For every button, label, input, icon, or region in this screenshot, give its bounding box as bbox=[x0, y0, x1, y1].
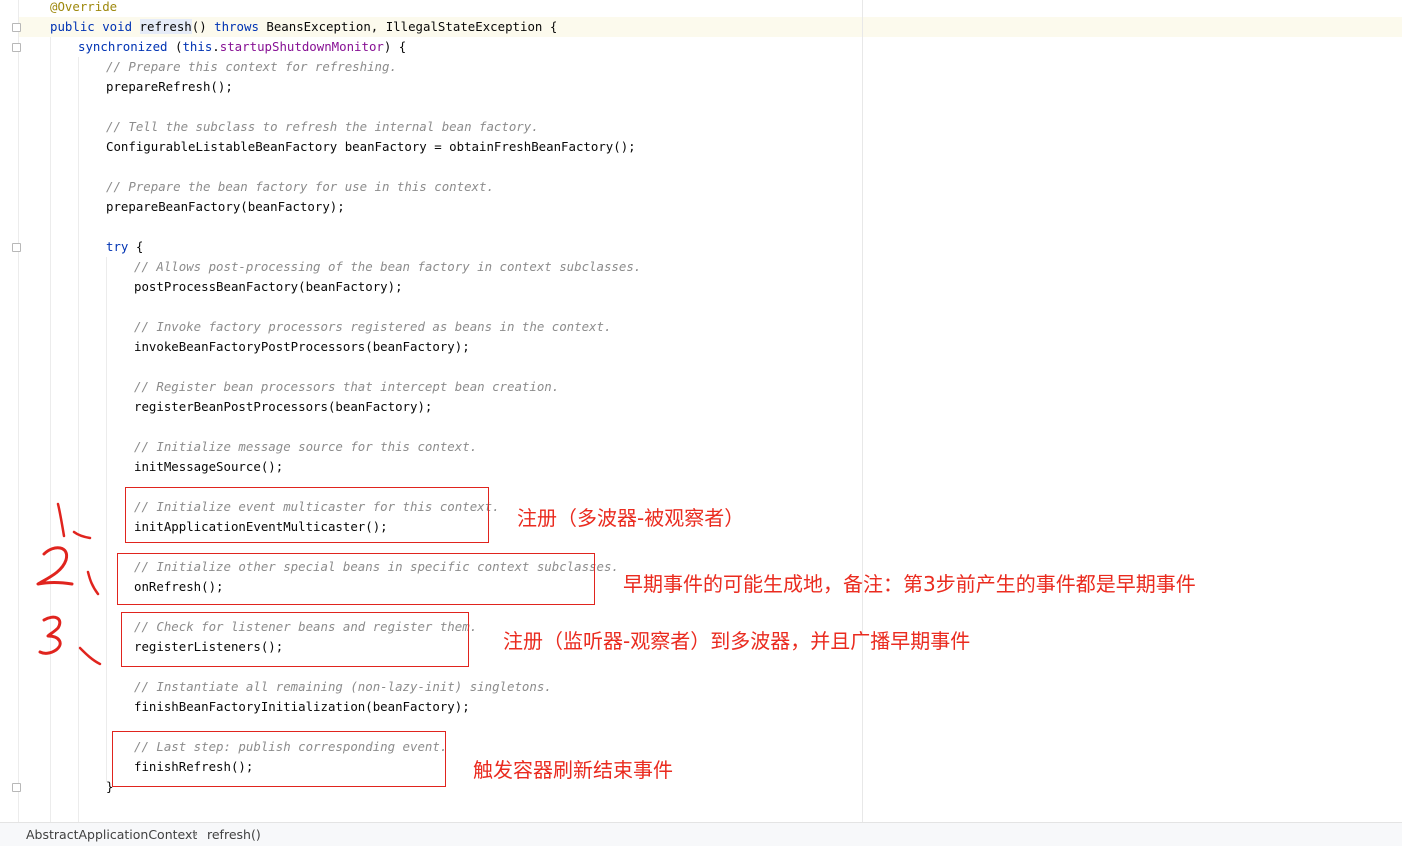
fold-icon[interactable] bbox=[12, 243, 21, 252]
breadcrumb-method[interactable]: refresh() bbox=[207, 823, 261, 846]
code-token: { bbox=[135, 239, 144, 254]
code-token: finishBeanFactoryInitialization(beanFact… bbox=[134, 699, 470, 714]
note-refresh-finished: 触发容器刷新结束事件 bbox=[473, 758, 673, 782]
highlight-box-register-listeners bbox=[121, 612, 469, 667]
code-token: invokeBeanFactoryPostProcessors(beanFact… bbox=[134, 339, 470, 354]
code-token: // Initialize message source for this co… bbox=[134, 439, 478, 454]
code-editor[interactable]: @Override public void refresh() throws Be… bbox=[0, 0, 1402, 822]
fold-icon[interactable] bbox=[12, 43, 21, 52]
code-line[interactable]: registerBeanPostProcessors(beanFactory); bbox=[134, 397, 432, 417]
highlight-box-on-refresh bbox=[117, 553, 595, 605]
code-token: refresh bbox=[139, 19, 192, 34]
code-line[interactable]: postProcessBeanFactory(beanFactory); bbox=[134, 277, 403, 297]
code-token: BeansException, IllegalStateException { bbox=[266, 19, 558, 34]
note-register-listeners: 注册（监听器-观察者）到多波器，并且广播早期事件 bbox=[503, 629, 971, 653]
code-token: // Tell the subclass to refresh the inte… bbox=[106, 119, 539, 134]
fold-icon[interactable] bbox=[12, 783, 21, 792]
code-line[interactable]: invokeBeanFactoryPostProcessors(beanFact… bbox=[134, 337, 470, 357]
code-token: ConfigurableListableBeanFactory beanFact… bbox=[106, 139, 636, 154]
code-token: this bbox=[182, 39, 213, 54]
code-line[interactable]: finishBeanFactoryInitialization(beanFact… bbox=[134, 697, 470, 717]
code-token: // Invoke factory processors registered … bbox=[134, 319, 612, 334]
code-token: public void bbox=[50, 19, 140, 34]
code-token: ) { bbox=[383, 39, 407, 54]
code-token: @Override bbox=[50, 0, 118, 14]
highlight-box-init-multicaster bbox=[125, 487, 489, 543]
code-token: startupShutdownMonitor bbox=[219, 39, 384, 54]
step-2-mark: 2. bbox=[36, 546, 100, 596]
note-multicaster: 注册（多波器-被观察者） bbox=[517, 506, 745, 530]
code-token: synchronized bbox=[78, 39, 175, 54]
highlight-box-finish-refresh bbox=[112, 731, 446, 787]
indent-guide bbox=[78, 57, 79, 822]
code-token: prepareRefresh(); bbox=[106, 79, 233, 94]
indent-guide bbox=[50, 37, 51, 822]
breadcrumb-class[interactable]: AbstractApplicationContext bbox=[26, 823, 197, 846]
code-line[interactable]: // Tell the subclass to refresh the inte… bbox=[106, 117, 539, 137]
code-line[interactable]: prepareRefresh(); bbox=[106, 77, 233, 97]
code-line[interactable]: // Prepare this context for refreshing. bbox=[106, 57, 397, 77]
code-line[interactable]: // Prepare the bean factory for use in t… bbox=[106, 177, 494, 197]
editor-gutter[interactable] bbox=[0, 0, 21, 822]
code-line[interactable]: // Register bean processors that interce… bbox=[134, 377, 559, 397]
code-token: // Prepare the bean factory for use in t… bbox=[106, 179, 494, 194]
code-token: throws bbox=[214, 19, 267, 34]
code-token: try bbox=[106, 239, 136, 254]
code-line[interactable]: ConfigurableListableBeanFactory beanFact… bbox=[106, 137, 636, 157]
code-line[interactable]: // Allows post-processing of the bean fa… bbox=[134, 257, 641, 277]
code-token: () bbox=[191, 19, 215, 34]
code-line[interactable]: try { bbox=[106, 237, 143, 257]
code-line[interactable]: // Invoke factory processors registered … bbox=[134, 317, 611, 337]
handwritten-step-numbers: 1. 2. 3. bbox=[36, 502, 102, 666]
code-token: initMessageSource(); bbox=[134, 459, 284, 474]
code-line[interactable]: prepareBeanFactory(beanFactory); bbox=[106, 197, 345, 217]
code-token: // Allows post-processing of the bean fa… bbox=[134, 259, 642, 274]
breadcrumb-bar: AbstractApplicationContext › refresh() bbox=[0, 822, 1402, 846]
code-token: postProcessBeanFactory(beanFactory); bbox=[134, 279, 403, 294]
right-margin-guide bbox=[862, 0, 863, 822]
code-token: . bbox=[212, 39, 220, 54]
code-line[interactable]: synchronized (this.startupShutdownMonito… bbox=[78, 37, 406, 57]
code-line[interactable]: // Initialize message source for this co… bbox=[134, 437, 477, 457]
code-line[interactable]: @Override bbox=[50, 0, 117, 17]
chevron-right-icon: › bbox=[193, 827, 199, 842]
step-3-mark: 3. bbox=[38, 615, 102, 666]
code-line[interactable]: public void refresh() throws BeansExcept… bbox=[50, 17, 557, 37]
code-token: // Instantiate all remaining (non-lazy-i… bbox=[134, 679, 552, 694]
fold-icon[interactable] bbox=[12, 23, 21, 32]
code-line[interactable]: // Instantiate all remaining (non-lazy-i… bbox=[134, 677, 552, 697]
note-early-events: 早期事件的可能生成地，备注：第3步前产生的事件都是早期事件 bbox=[623, 572, 1196, 596]
code-token: prepareBeanFactory(beanFactory); bbox=[106, 199, 345, 214]
code-token: registerBeanPostProcessors(beanFactory); bbox=[134, 399, 433, 414]
code-token: // Prepare this context for refreshing. bbox=[106, 59, 397, 74]
step-1-mark: 1. bbox=[56, 502, 92, 540]
code-line[interactable]: initMessageSource(); bbox=[134, 457, 283, 477]
code-token: // Register bean processors that interce… bbox=[134, 379, 560, 394]
